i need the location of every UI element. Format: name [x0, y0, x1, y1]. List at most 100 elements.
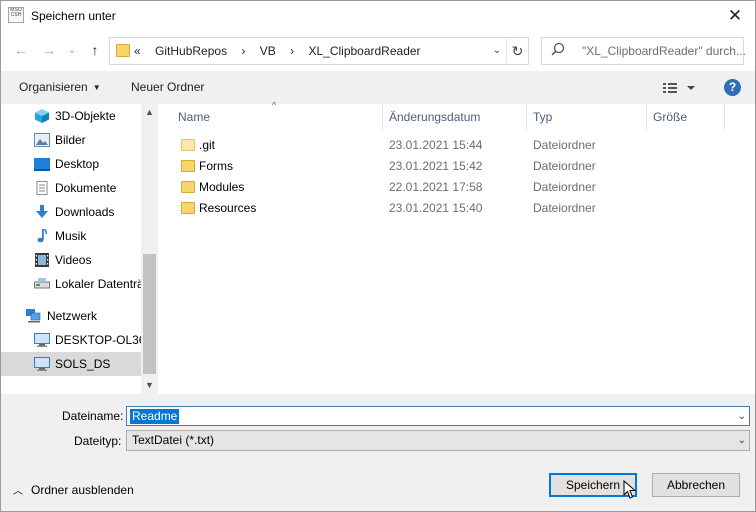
- address-bar[interactable]: « GitHubRepos › VB › XL_ClipboardReader …: [109, 37, 529, 65]
- folder-icon: [181, 181, 195, 193]
- file-date: 23.01.2021 15:42: [389, 159, 483, 173]
- save-panel: Dateiname: Readme ⌄ Dateityp: TextDatei …: [0, 394, 756, 512]
- column-header-size[interactable]: Größe: [653, 104, 687, 130]
- sidebar-item-sols-ds[interactable]: SOLS_DS: [1, 352, 141, 376]
- sidebar-item-label: Videos: [55, 253, 92, 267]
- sidebar-item-pictures[interactable]: Bilder: [1, 128, 141, 152]
- breadcrumb-item[interactable]: GitHubRepos: [155, 44, 227, 58]
- view-list-icon: [663, 83, 695, 93]
- file-type: Dateiordner: [533, 159, 596, 173]
- music-icon: [37, 229, 47, 243]
- sidebar-item-3d-objects[interactable]: 3D-Objekte: [1, 104, 141, 128]
- videos-icon: [35, 253, 49, 267]
- sidebar-item-desktop[interactable]: Desktop: [1, 152, 141, 176]
- downloads-icon: [36, 205, 48, 218]
- sidebar-item-label: Bilder: [55, 133, 86, 147]
- filetype-label: Dateityp:: [74, 434, 122, 448]
- folder-icon: [181, 202, 195, 214]
- organize-label: Organisieren: [19, 80, 88, 94]
- 3d-objects-icon: [35, 109, 49, 123]
- sidebar-item-label: Netzwerk: [47, 309, 98, 323]
- back-button[interactable]: ←: [11, 39, 31, 61]
- column-header-type[interactable]: Typ: [533, 104, 552, 130]
- close-button[interactable]: ✕: [723, 5, 747, 27]
- filetype-select[interactable]: TextDatei (*.txt) ⌄: [126, 430, 750, 451]
- navigation-pane: 3D-Objekte Bilder Desktop Dokumente Down…: [0, 104, 158, 394]
- file-date: 22.01.2021 17:58: [389, 180, 483, 194]
- caret-down-icon: ▼: [92, 83, 101, 92]
- file-list: ^ Name Änderungsdatum Typ Größe .git 23.…: [158, 100, 756, 394]
- hide-folders-toggle[interactable]: ︿ Ordner ausblenden: [13, 482, 134, 497]
- sidebar-item-downloads[interactable]: Downloads: [1, 200, 141, 224]
- search-placeholder: "XL_ClipboardReader" durch...: [582, 44, 746, 58]
- file-row[interactable]: Modules 22.01.2021 17:58 Dateiordner: [158, 177, 756, 198]
- breadcrumb-separator[interactable]: ›: [290, 44, 294, 58]
- file-row[interactable]: Resources 23.01.2021 15:40 Dateiordner: [158, 198, 756, 219]
- file-name: Modules: [199, 180, 245, 194]
- sidebar-item-network[interactable]: Netzwerk: [1, 304, 141, 328]
- navigation-bar: ← → ⌄ ↑ « GitHubRepos › VB › XL_Clipboar…: [0, 31, 756, 71]
- sidebar-item-desktop-ol36r[interactable]: DESKTOP-OL36R: [1, 328, 141, 352]
- column-header-name[interactable]: Name: [178, 104, 210, 130]
- search-input[interactable]: "XL_ClipboardReader" durch...: [541, 37, 746, 65]
- sidebar-item-music[interactable]: Musik: [1, 224, 141, 248]
- file-row[interactable]: Forms 23.01.2021 15:42 Dateiordner: [158, 156, 756, 177]
- sidebar-item-label: SOLS_DS: [55, 357, 111, 371]
- chevron-down-icon[interactable]: ⌄: [738, 407, 746, 427]
- view-options-button[interactable]: [661, 80, 703, 96]
- breadcrumb-overflow[interactable]: «: [134, 44, 141, 58]
- sidebar-item-label: Musik: [55, 229, 87, 243]
- command-bar: Organisieren ▼ Neuer Ordner ?: [0, 71, 756, 104]
- sidebar-item-label: Desktop: [55, 157, 100, 171]
- breadcrumb-item[interactable]: VB: [260, 44, 276, 58]
- window-title: Speichern unter: [31, 9, 116, 23]
- sidebar-item-label: Lokaler Datenträ: [55, 277, 141, 291]
- new-folder-button[interactable]: Neuer Ordner: [131, 71, 204, 104]
- sidebar-item-documents[interactable]: Dokumente: [1, 176, 141, 200]
- sidebar-item-label: DESKTOP-OL36R: [55, 333, 141, 347]
- sidebar-scrollbar[interactable]: ▲ ▼: [141, 104, 158, 394]
- filename-field[interactable]: Readme ⌄: [126, 406, 750, 426]
- help-icon[interactable]: ?: [724, 79, 741, 96]
- file-date: 23.01.2021 15:44: [389, 138, 483, 152]
- file-row[interactable]: .git 23.01.2021 15:44 Dateiordner: [158, 135, 756, 156]
- column-divider[interactable]: [382, 104, 383, 130]
- column-divider[interactable]: [724, 104, 725, 130]
- chevron-down-icon[interactable]: ⌄: [738, 431, 746, 450]
- chevron-down-icon[interactable]: ⌄: [488, 39, 506, 63]
- breadcrumb-separator[interactable]: ›: [241, 44, 245, 58]
- hide-folders-label: Ordner ausblenden: [31, 483, 134, 497]
- local-drive-icon: [34, 278, 50, 289]
- filetype-value: TextDatei (*.txt): [132, 433, 215, 447]
- column-header-date[interactable]: Änderungsdatum: [389, 104, 480, 130]
- filename-value[interactable]: Readme: [130, 409, 180, 424]
- up-button[interactable]: ↑: [85, 39, 105, 61]
- chevron-up-icon: ︿: [13, 486, 23, 497]
- file-name: .git: [199, 138, 216, 152]
- app-icon: MSO CSH: [8, 7, 24, 23]
- column-divider[interactable]: [646, 104, 647, 130]
- folder-icon: [181, 139, 195, 151]
- file-name: Forms: [199, 159, 233, 173]
- title-bar: MSO CSH Speichern unter ✕: [0, 0, 756, 31]
- organize-menu[interactable]: Organisieren ▼: [19, 71, 101, 104]
- forward-button[interactable]: →: [39, 39, 59, 61]
- mouse-cursor-icon: [623, 480, 637, 499]
- breadcrumb-item[interactable]: XL_ClipboardReader: [308, 44, 420, 58]
- column-divider[interactable]: [526, 104, 527, 130]
- recent-locations-button[interactable]: ⌄: [62, 39, 82, 61]
- scroll-down-icon[interactable]: ▼: [141, 377, 158, 394]
- cancel-button[interactable]: Abbrechen: [652, 473, 740, 497]
- scroll-thumb[interactable]: [143, 254, 156, 374]
- search-icon: [551, 42, 565, 59]
- file-type: Dateiordner: [533, 201, 596, 215]
- sidebar-item-local-drive[interactable]: Lokaler Datenträ: [1, 272, 141, 296]
- sidebar-item-label: Dokumente: [55, 181, 117, 195]
- refresh-icon[interactable]: ↻: [506, 39, 528, 63]
- breadcrumb: « GitHubRepos › VB › XL_ClipboardReader: [134, 38, 432, 64]
- sidebar-item-videos[interactable]: Videos: [1, 248, 141, 272]
- computer-icon: [34, 357, 50, 371]
- sidebar-item-label: Downloads: [55, 205, 115, 219]
- folder-icon: [116, 44, 130, 57]
- scroll-up-icon[interactable]: ▲: [141, 104, 158, 121]
